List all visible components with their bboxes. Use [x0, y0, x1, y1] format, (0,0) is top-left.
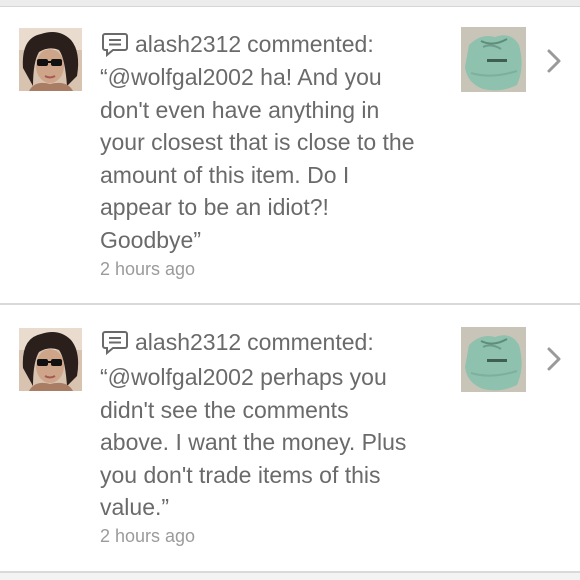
comment-notification[interactable]: alash2312 commented: “@wolfgal2002 perha…	[0, 305, 580, 571]
divider	[0, 571, 580, 580]
comment-line: you don't trade items of this	[100, 461, 381, 488]
activity-feed: alash2312 commented: “@wolfgal2002 ha! A…	[0, 0, 580, 580]
top-divider	[0, 0, 580, 7]
chevron-right-icon[interactable]	[543, 345, 565, 373]
comment-line: amount of this item. Do I	[100, 161, 350, 188]
comment-header: alash2312 commented:	[100, 327, 374, 357]
action-text: commented:	[247, 328, 374, 355]
comment-line: Goodbye”	[100, 226, 202, 253]
comment-line: appear to be an idiot?!	[100, 194, 329, 221]
comment-line: value.”	[100, 494, 170, 521]
username-link[interactable]: alash2312	[135, 329, 241, 356]
comment-text: “@wolfgal2002 ha! And you don't even hav…	[100, 61, 450, 257]
timestamp: 2 hours ago	[100, 526, 196, 546]
comment-header: alash2312 commented:	[100, 29, 374, 59]
avatar[interactable]	[19, 328, 82, 391]
avatar[interactable]	[19, 28, 82, 91]
item-thumbnail[interactable]	[461, 27, 526, 92]
timestamp: 2 hours ago	[100, 259, 196, 279]
comment-line: your closest that is close to the	[100, 129, 415, 156]
username-link[interactable]: alash2312	[135, 31, 241, 58]
comment-bubble-icon	[102, 33, 128, 58]
comment-bubble-icon	[102, 331, 128, 356]
comment-line: above. I want the money. Plus	[100, 429, 407, 456]
item-thumbnail[interactable]	[461, 327, 526, 392]
comment-line: don't even have anything in	[100, 96, 380, 123]
comment-line: didn't see the comments	[100, 396, 349, 423]
comment-notification[interactable]: alash2312 commented: “@wolfgal2002 ha! A…	[0, 7, 580, 303]
comment-text: “@wolfgal2002 perhaps you didn't see the…	[100, 361, 450, 524]
comment-line: “@wolfgal2002 ha! And you	[100, 64, 382, 90]
comment-line: “@wolfgal2002 perhaps you	[100, 364, 387, 390]
chevron-right-icon[interactable]	[543, 47, 565, 75]
action-text: commented:	[247, 30, 374, 57]
